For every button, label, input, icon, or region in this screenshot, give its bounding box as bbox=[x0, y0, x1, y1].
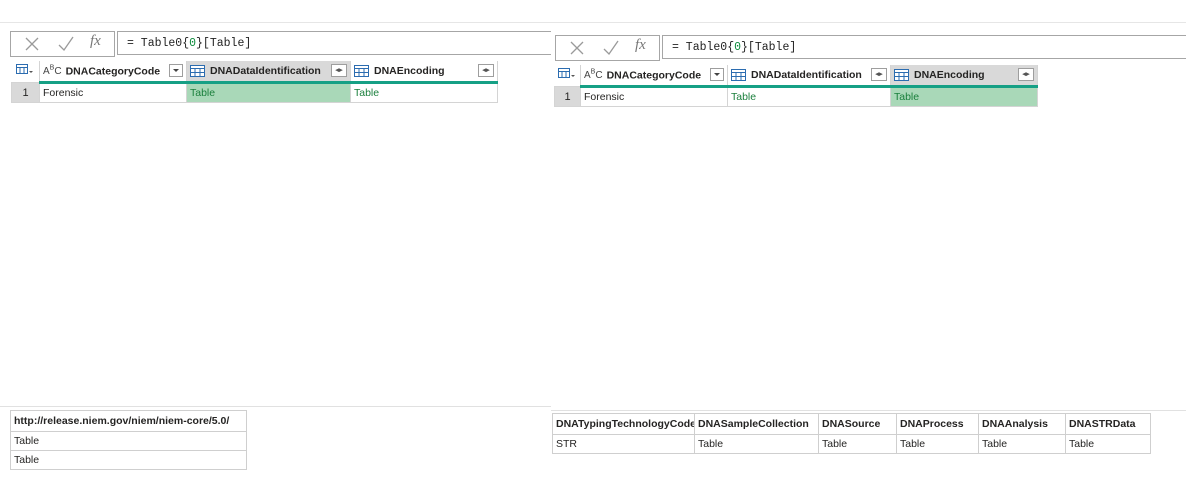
expand-column-icon[interactable]: ◂▸ bbox=[478, 64, 494, 77]
details-table: http://release.niem.gov/niem/niem-core/5… bbox=[10, 410, 247, 470]
row-number[interactable]: 1 bbox=[554, 86, 581, 107]
details-value[interactable]: Table bbox=[896, 434, 979, 454]
cancel-icon[interactable] bbox=[23, 32, 41, 56]
column-header-dnacategorycode[interactable]: ABC DNACategoryCode bbox=[580, 65, 728, 88]
table-type-icon bbox=[354, 65, 369, 78]
details-header-process: DNAProcess bbox=[896, 413, 979, 435]
details-header-source: DNASource bbox=[818, 413, 897, 435]
list-item: Table bbox=[10, 431, 247, 451]
column-header-dnadataidentification[interactable]: DNADataIdentification ◂▸ bbox=[727, 65, 891, 88]
cell-encoding[interactable]: Table bbox=[350, 82, 498, 103]
details-header-analysis: DNAAnalysis bbox=[978, 413, 1066, 435]
data-grid: ABC DNACategoryCode DNADataIdentification… bbox=[554, 65, 1038, 107]
cell-dataidentification[interactable]: Table bbox=[727, 86, 891, 107]
table-row: 1 Forensic Table Table bbox=[11, 82, 498, 103]
details-value[interactable]: Table bbox=[10, 431, 247, 451]
table-type-icon bbox=[190, 65, 205, 78]
formula-bar: fx = Table0{0}[Table] bbox=[10, 31, 551, 57]
query-editor-left: fx = Table0{0}[Table] ABC DNACategoryCode… bbox=[0, 0, 551, 477]
filter-dropdown-icon[interactable] bbox=[710, 68, 724, 81]
expand-column-icon[interactable]: ◂▸ bbox=[871, 68, 887, 81]
table-row: STR Table Table Table Table Table bbox=[552, 434, 1151, 454]
details-value[interactable]: Table bbox=[694, 434, 819, 454]
column-header-dnaencoding[interactable]: DNAEncoding ◂▸ bbox=[890, 65, 1038, 88]
formula-input[interactable]: = Table0{0}[Table] bbox=[662, 35, 1186, 59]
top-divider bbox=[551, 22, 1186, 23]
data-grid: ABC DNACategoryCode DNADataIdentification… bbox=[11, 61, 498, 103]
expand-column-icon[interactable]: ◂▸ bbox=[1018, 68, 1034, 81]
fx-icon[interactable]: fx bbox=[635, 37, 646, 54]
cell-dataidentification[interactable]: Table bbox=[186, 82, 351, 103]
column-header-dnadataidentification[interactable]: DNADataIdentification ◂▸ bbox=[186, 61, 351, 84]
table-grid-icon bbox=[558, 68, 576, 78]
formula-buttons: fx bbox=[10, 31, 115, 57]
table-type-icon bbox=[894, 69, 909, 82]
details-value[interactable]: Table bbox=[1065, 434, 1151, 454]
details-header-typingtechnologycode: DNATypingTechnologyCode bbox=[552, 413, 695, 435]
text-type-icon: ABC bbox=[584, 68, 603, 82]
formula-text: = Table0{0}[Table] bbox=[127, 37, 252, 50]
details-value[interactable]: STR bbox=[552, 434, 695, 454]
check-icon[interactable] bbox=[57, 33, 75, 55]
list-item: Table bbox=[10, 450, 247, 470]
expand-column-icon[interactable]: ◂▸ bbox=[331, 64, 347, 77]
fx-icon[interactable]: fx bbox=[90, 33, 101, 50]
details-header: http://release.niem.gov/niem/niem-core/5… bbox=[10, 410, 247, 432]
column-header-dnacategorycode[interactable]: ABC DNACategoryCode bbox=[39, 61, 187, 84]
cell-category[interactable]: Forensic bbox=[39, 82, 187, 103]
details-header-strdata: DNASTRData bbox=[1065, 413, 1151, 435]
details-header-samplecollection: DNASampleCollection bbox=[694, 413, 819, 435]
formula-buttons: fx bbox=[555, 35, 660, 61]
table-grid-icon bbox=[16, 64, 34, 74]
formula-bar: fx = Table0{0}[Table] bbox=[555, 35, 1186, 61]
check-icon[interactable] bbox=[602, 37, 620, 59]
row-number[interactable]: 1 bbox=[11, 82, 40, 103]
formula-text: = Table0{0}[Table] bbox=[672, 41, 797, 54]
formula-input[interactable]: = Table0{0}[Table] bbox=[117, 31, 551, 55]
table-row: 1 Forensic Table Table bbox=[554, 86, 1038, 107]
cell-category[interactable]: Forensic bbox=[580, 86, 728, 107]
table-menu-button[interactable] bbox=[554, 65, 581, 87]
details-value[interactable]: Table bbox=[978, 434, 1066, 454]
text-type-icon: ABC bbox=[43, 64, 62, 78]
details-value[interactable]: Table bbox=[818, 434, 897, 454]
column-header-dnaencoding[interactable]: DNAEncoding ◂▸ bbox=[350, 61, 498, 84]
details-table: DNATypingTechnologyCode DNASampleCollect… bbox=[552, 413, 1151, 454]
table-menu-button[interactable] bbox=[11, 61, 40, 83]
cell-encoding[interactable]: Table bbox=[890, 86, 1038, 107]
query-editor-right: fx = Table0{0}[Table] ABC DNACategoryCode… bbox=[551, 0, 1186, 477]
filter-dropdown-icon[interactable] bbox=[169, 64, 183, 77]
table-type-icon bbox=[731, 69, 746, 82]
top-divider bbox=[0, 22, 551, 23]
cancel-icon[interactable] bbox=[568, 36, 586, 60]
details-value[interactable]: Table bbox=[10, 450, 247, 470]
